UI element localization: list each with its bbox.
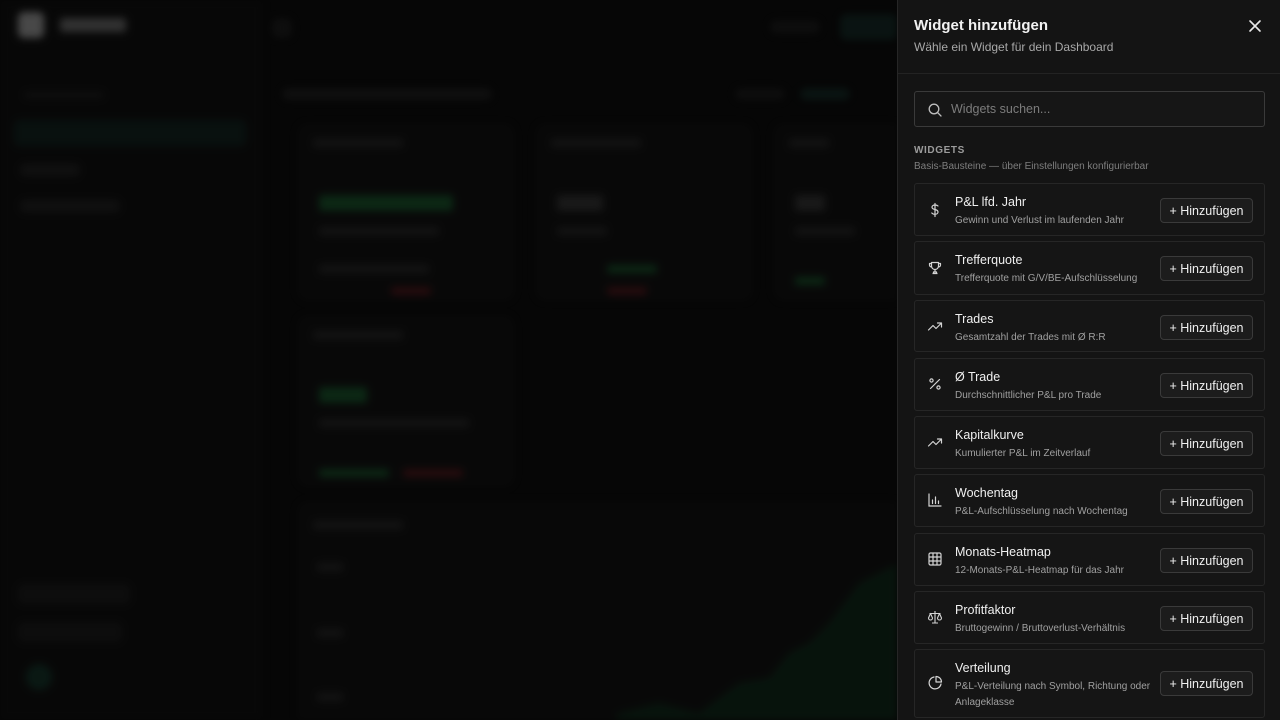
modal-backdrop[interactable] [0, 0, 897, 720]
panel-title: Widget hinzufügen [914, 17, 1049, 34]
search-box[interactable] [914, 91, 1265, 127]
widget-description: 12-Monats-P&L-Heatmap für das Jahr [955, 565, 1124, 576]
add-widget-button[interactable]: + Hinzufügen [1160, 671, 1253, 696]
widget-description: P&L-Aufschlüsselung nach Wochentag [955, 506, 1128, 517]
widget-item: Trefferquote Trefferquote mit G/V/BE-Aufs… [914, 241, 1265, 295]
widget-name: Trefferquote [955, 253, 1023, 267]
add-widget-button[interactable]: + Hinzufügen [1160, 198, 1253, 223]
add-widget-button[interactable]: + Hinzufügen [1160, 431, 1253, 456]
add-widget-button[interactable]: + Hinzufügen [1160, 606, 1253, 631]
scale-icon [926, 608, 944, 626]
widget-description: Gesamtzahl der Trades mit Ø R:R [955, 332, 1106, 343]
bar-chart-icon [926, 491, 944, 509]
widget-item: Kapitalkurve Kumulierter P&L im Zeitverla… [914, 416, 1265, 469]
widget-item: P&L lfd. Jahr Gewinn und Verlust im laufe… [914, 183, 1265, 236]
widget-description: Kumulierter P&L im Zeitverlauf [955, 448, 1091, 459]
widget-item: Ø Trade Durchschnittlicher P&L pro Trade +… [914, 358, 1265, 411]
add-widget-button[interactable]: + Hinzufügen [1160, 489, 1253, 514]
widget-name: Verteilung [955, 661, 1011, 675]
add-widget-button[interactable]: + Hinzufügen [1160, 315, 1253, 340]
close-button[interactable] [1245, 16, 1265, 36]
percent-icon [926, 375, 944, 393]
add-widget-panel: Widget hinzufügen Wähle ein Widget für d… [897, 0, 1280, 720]
add-widget-button[interactable]: + Hinzufügen [1160, 373, 1253, 398]
trending-up-icon [926, 433, 944, 451]
pie-chart-icon [926, 674, 944, 692]
panel-header: Widget hinzufügen Wähle ein Widget für d… [898, 0, 1280, 74]
widget-description: Durchschnittlicher P&L pro Trade [955, 390, 1102, 401]
trending-up-icon [926, 317, 944, 335]
widget-description: Trefferquote mit G/V/BE-Aufschlüsselung [955, 273, 1138, 284]
widget-item: Verteilung P&L-Verteilung nach Symbol, Ri… [914, 649, 1265, 718]
widget-description: Bruttogewinn / Bruttoverlust-Verhältnis [955, 623, 1126, 634]
trophy-icon [926, 259, 944, 277]
widget-item: Profitfaktor Bruttogewinn / Bruttoverlust… [914, 591, 1265, 644]
widget-name: P&L lfd. Jahr [955, 195, 1027, 209]
add-widget-button[interactable]: + Hinzufügen [1160, 256, 1253, 281]
panel-subtitle: Wähle ein Widget für dein Dashboard [914, 40, 1114, 54]
close-icon [1249, 20, 1261, 32]
widget-name: Monats-Heatmap [955, 545, 1051, 559]
section-description: Basis-Bausteine — über Einstellungen kon… [914, 161, 1149, 172]
dollar-icon [926, 201, 944, 219]
widget-name: Trades [955, 312, 994, 326]
widget-name: Kapitalkurve [955, 428, 1024, 442]
add-widget-button[interactable]: + Hinzufügen [1160, 548, 1253, 573]
widget-item: Wochentag P&L-Aufschlüsselung nach Wochen… [914, 474, 1265, 527]
widget-item: Monats-Heatmap 12-Monats-P&L-Heatmap für … [914, 533, 1265, 586]
widget-description: Gewinn und Verlust im laufenden Jahr [955, 215, 1124, 226]
widget-name: Ø Trade [955, 370, 1001, 384]
widget-description: P&L-Verteilung nach Symbol, Richtung ode… [955, 681, 1151, 708]
widget-name: Profitfaktor [955, 603, 1016, 617]
widget-item: Trades Gesamtzahl der Trades mit Ø R:R + H… [914, 300, 1265, 352]
widget-name: Wochentag [955, 486, 1019, 500]
search-input[interactable] [951, 92, 1256, 126]
section-heading: WIDGETS [914, 145, 965, 156]
grid-icon [926, 550, 944, 568]
search-icon [928, 103, 942, 117]
